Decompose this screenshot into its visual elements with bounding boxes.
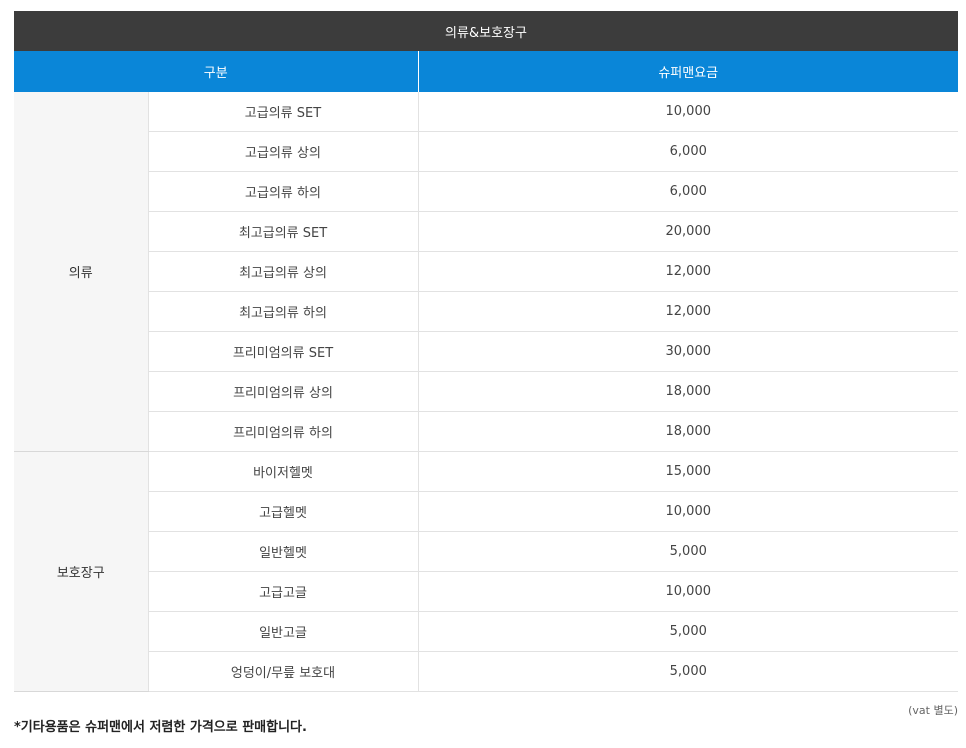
table-row: 최고급의류 SET 20,000 <box>14 211 959 252</box>
table-row: 고급고글 10,000 <box>14 571 959 612</box>
table-row: 고급헬멧 10,000 <box>14 491 959 532</box>
item-name: 프리미엄의류 상의 <box>148 371 419 412</box>
table-title-row: 의류&보호장구 <box>14 11 959 51</box>
price-table-container: 의류&보호장구 구분 슈퍼맨요금 의류 고급의류 SET 10,000 고급의류… <box>14 11 959 692</box>
item-price: 5,000 <box>418 651 959 692</box>
table-row: 프리미엄의류 하의 18,000 <box>14 411 959 452</box>
table-header-row: 구분 슈퍼맨요금 <box>14 51 959 92</box>
footer-notice: *기타용품은 슈퍼맨에서 저렴한 가격으로 판매합니다. <box>14 720 307 735</box>
table-row: 일반헬멧 5,000 <box>14 531 959 572</box>
table-row: 일반고글 5,000 <box>14 611 959 652</box>
item-price: 10,000 <box>418 491 959 532</box>
table-row: 의류 고급의류 SET 10,000 <box>14 92 959 452</box>
item-price: 5,000 <box>418 531 959 572</box>
vat-note: (vat 별도) <box>908 704 958 717</box>
item-price: 12,000 <box>418 251 959 292</box>
table-row: 프리미엄의류 SET 30,000 <box>14 331 959 372</box>
item-name: 고급의류 하의 <box>148 171 419 212</box>
item-name: 프리미엄의류 하의 <box>148 411 419 452</box>
item-name: 바이저헬멧 <box>148 451 419 492</box>
group-label-clothing: 의류 <box>14 92 149 452</box>
item-name: 최고급의류 상의 <box>148 251 419 292</box>
table-row: 엉덩이/무릎 보호대 5,000 <box>14 651 959 692</box>
table-row: 보호장구 바이저헬멧 15,000 <box>14 451 959 692</box>
column-header-price: 슈퍼맨요금 <box>418 51 959 92</box>
item-name: 일반헬멧 <box>148 531 419 572</box>
item-price: 6,000 <box>418 131 959 172</box>
item-price: 12,000 <box>418 291 959 332</box>
item-name: 고급의류 상의 <box>148 131 419 172</box>
item-name: 최고급의류 SET <box>148 211 419 252</box>
price-table: 의류&보호장구 구분 슈퍼맨요금 의류 고급의류 SET 10,000 고급의류… <box>14 11 959 692</box>
item-price: 20,000 <box>418 211 959 252</box>
item-name: 최고급의류 하의 <box>148 291 419 332</box>
item-name: 프리미엄의류 SET <box>148 331 419 372</box>
item-price: 10,000 <box>418 92 959 132</box>
column-header-category: 구분 <box>14 51 419 92</box>
table-title: 의류&보호장구 <box>14 11 959 51</box>
item-price: 18,000 <box>418 411 959 452</box>
item-price: 10,000 <box>418 571 959 612</box>
item-name: 고급의류 SET <box>148 92 419 132</box>
table-row: 최고급의류 하의 12,000 <box>14 291 959 332</box>
item-price: 15,000 <box>418 451 959 492</box>
item-price: 30,000 <box>418 331 959 372</box>
item-price: 6,000 <box>418 171 959 212</box>
table-row: 고급의류 하의 6,000 <box>14 171 959 212</box>
table-row: 최고급의류 상의 12,000 <box>14 251 959 292</box>
table-row: 프리미엄의류 상의 18,000 <box>14 371 959 412</box>
item-name: 고급헬멧 <box>148 491 419 532</box>
item-name: 엉덩이/무릎 보호대 <box>148 651 419 692</box>
item-name: 고급고글 <box>148 571 419 612</box>
item-price: 5,000 <box>418 611 959 652</box>
group-label-protective-gear: 보호장구 <box>14 451 149 692</box>
item-price: 18,000 <box>418 371 959 412</box>
item-name: 일반고글 <box>148 611 419 652</box>
table-row: 고급의류 상의 6,000 <box>14 131 959 172</box>
